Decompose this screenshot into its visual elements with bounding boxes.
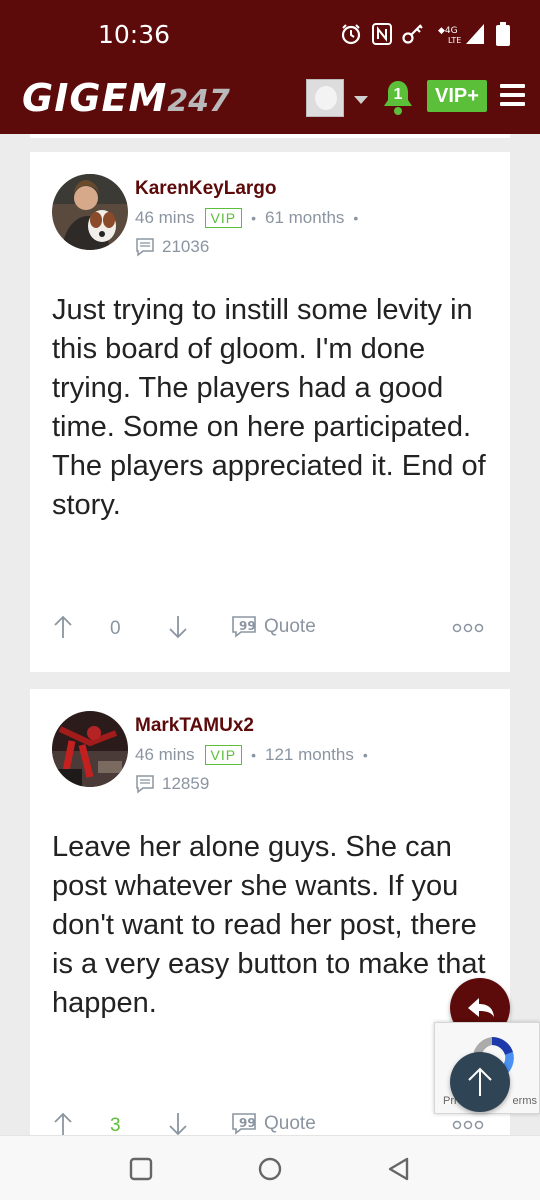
notification-count: 1 bbox=[393, 86, 403, 103]
chevron-down-icon[interactable] bbox=[354, 96, 368, 104]
downvote-button[interactable] bbox=[167, 614, 189, 640]
more-options-icon[interactable] bbox=[452, 1119, 484, 1131]
vip-plus-button[interactable]: VIP+ bbox=[427, 80, 487, 112]
previous-post-edge bbox=[30, 134, 510, 138]
svg-text:99: 99 bbox=[239, 619, 256, 633]
status-time: 10:36 bbox=[98, 20, 171, 49]
network-icon: ◆4G LTE bbox=[438, 24, 484, 45]
post-actions: 0 99 Quote bbox=[52, 614, 492, 644]
nfc-icon bbox=[372, 23, 392, 45]
quote-button[interactable]: 99 Quote bbox=[232, 616, 316, 638]
vip-badge: VIP bbox=[204, 745, 243, 765]
arrow-up-icon bbox=[54, 1112, 72, 1135]
more-options-icon[interactable] bbox=[452, 622, 484, 634]
back-icon[interactable] bbox=[385, 1156, 413, 1182]
arrow-down-icon bbox=[169, 1113, 187, 1136]
user-avatar[interactable] bbox=[306, 79, 344, 117]
quote-button[interactable]: 99 Quote bbox=[232, 1113, 316, 1135]
scroll-to-top-button[interactable] bbox=[450, 1052, 510, 1112]
post-card: KarenKeyLargo 46 mins VIP • 61 months • … bbox=[30, 152, 510, 672]
app-header: GIGEM247 1 VIP+ bbox=[0, 70, 540, 134]
separator-dot: • bbox=[251, 747, 257, 763]
battery-icon bbox=[496, 22, 510, 46]
post-body: Just trying to instill some levity in th… bbox=[52, 294, 486, 521]
username[interactable]: KarenKeyLargo bbox=[135, 178, 277, 200]
upvote-button[interactable] bbox=[52, 614, 74, 640]
vote-count: 0 bbox=[110, 618, 121, 639]
site-logo[interactable]: GIGEM247 bbox=[22, 76, 230, 120]
key-icon bbox=[402, 24, 423, 44]
username[interactable]: MarkTAMUx2 bbox=[135, 715, 254, 737]
post-meta: 46 mins VIP • 61 months • bbox=[135, 208, 367, 228]
arrow-down-icon bbox=[169, 616, 187, 639]
quote-label: Quote bbox=[264, 616, 316, 637]
separator-dot: • bbox=[362, 747, 368, 763]
svg-text:LTE: LTE bbox=[448, 36, 461, 45]
alarm-icon bbox=[341, 24, 361, 45]
post-body: Leave her alone guys. She can post whate… bbox=[52, 831, 486, 1019]
avatar[interactable] bbox=[52, 711, 128, 787]
post-time: 46 mins bbox=[135, 745, 195, 764]
logo-number: 247 bbox=[167, 84, 230, 119]
post-meta: 46 mins VIP • 121 months • bbox=[135, 745, 377, 765]
status-bar: 10:36 ◆4G LTE bbox=[0, 0, 540, 70]
vote-count: 3 bbox=[110, 1115, 121, 1136]
member-tenure: 121 months bbox=[265, 745, 354, 764]
logo-text: GIGEM bbox=[22, 76, 168, 120]
separator-dot: • bbox=[251, 210, 257, 226]
upvote-button[interactable] bbox=[52, 1111, 74, 1137]
avatar[interactable] bbox=[52, 174, 128, 250]
quote-icon: 99 bbox=[232, 616, 256, 638]
home-icon[interactable] bbox=[256, 1156, 284, 1182]
status-icons: ◆4G LTE bbox=[340, 22, 510, 46]
arrow-up-icon bbox=[54, 615, 72, 638]
post-count: 12859 bbox=[135, 774, 209, 794]
svg-text:◆4G: ◆4G bbox=[438, 26, 458, 36]
downvote-button[interactable] bbox=[167, 1111, 189, 1137]
system-nav-bar bbox=[0, 1135, 540, 1200]
post-count: 21036 bbox=[135, 237, 209, 257]
hamburger-menu-icon[interactable] bbox=[500, 84, 525, 106]
post-count-value: 21036 bbox=[162, 237, 210, 256]
member-tenure: 61 months bbox=[265, 208, 345, 227]
separator-dot: • bbox=[353, 210, 359, 226]
vip-badge: VIP bbox=[204, 208, 243, 228]
quote-label: Quote bbox=[264, 1113, 316, 1134]
post-count-value: 12859 bbox=[162, 774, 210, 793]
recents-icon[interactable] bbox=[128, 1156, 154, 1182]
comment-icon bbox=[136, 775, 154, 794]
arrow-up-icon bbox=[468, 1067, 492, 1096]
svg-text:99: 99 bbox=[239, 1116, 256, 1130]
recaptcha-terms-link[interactable]: erms bbox=[513, 1095, 537, 1107]
comment-icon bbox=[136, 238, 154, 257]
post-time: 46 mins bbox=[135, 208, 195, 227]
quote-icon: 99 bbox=[232, 1113, 256, 1135]
